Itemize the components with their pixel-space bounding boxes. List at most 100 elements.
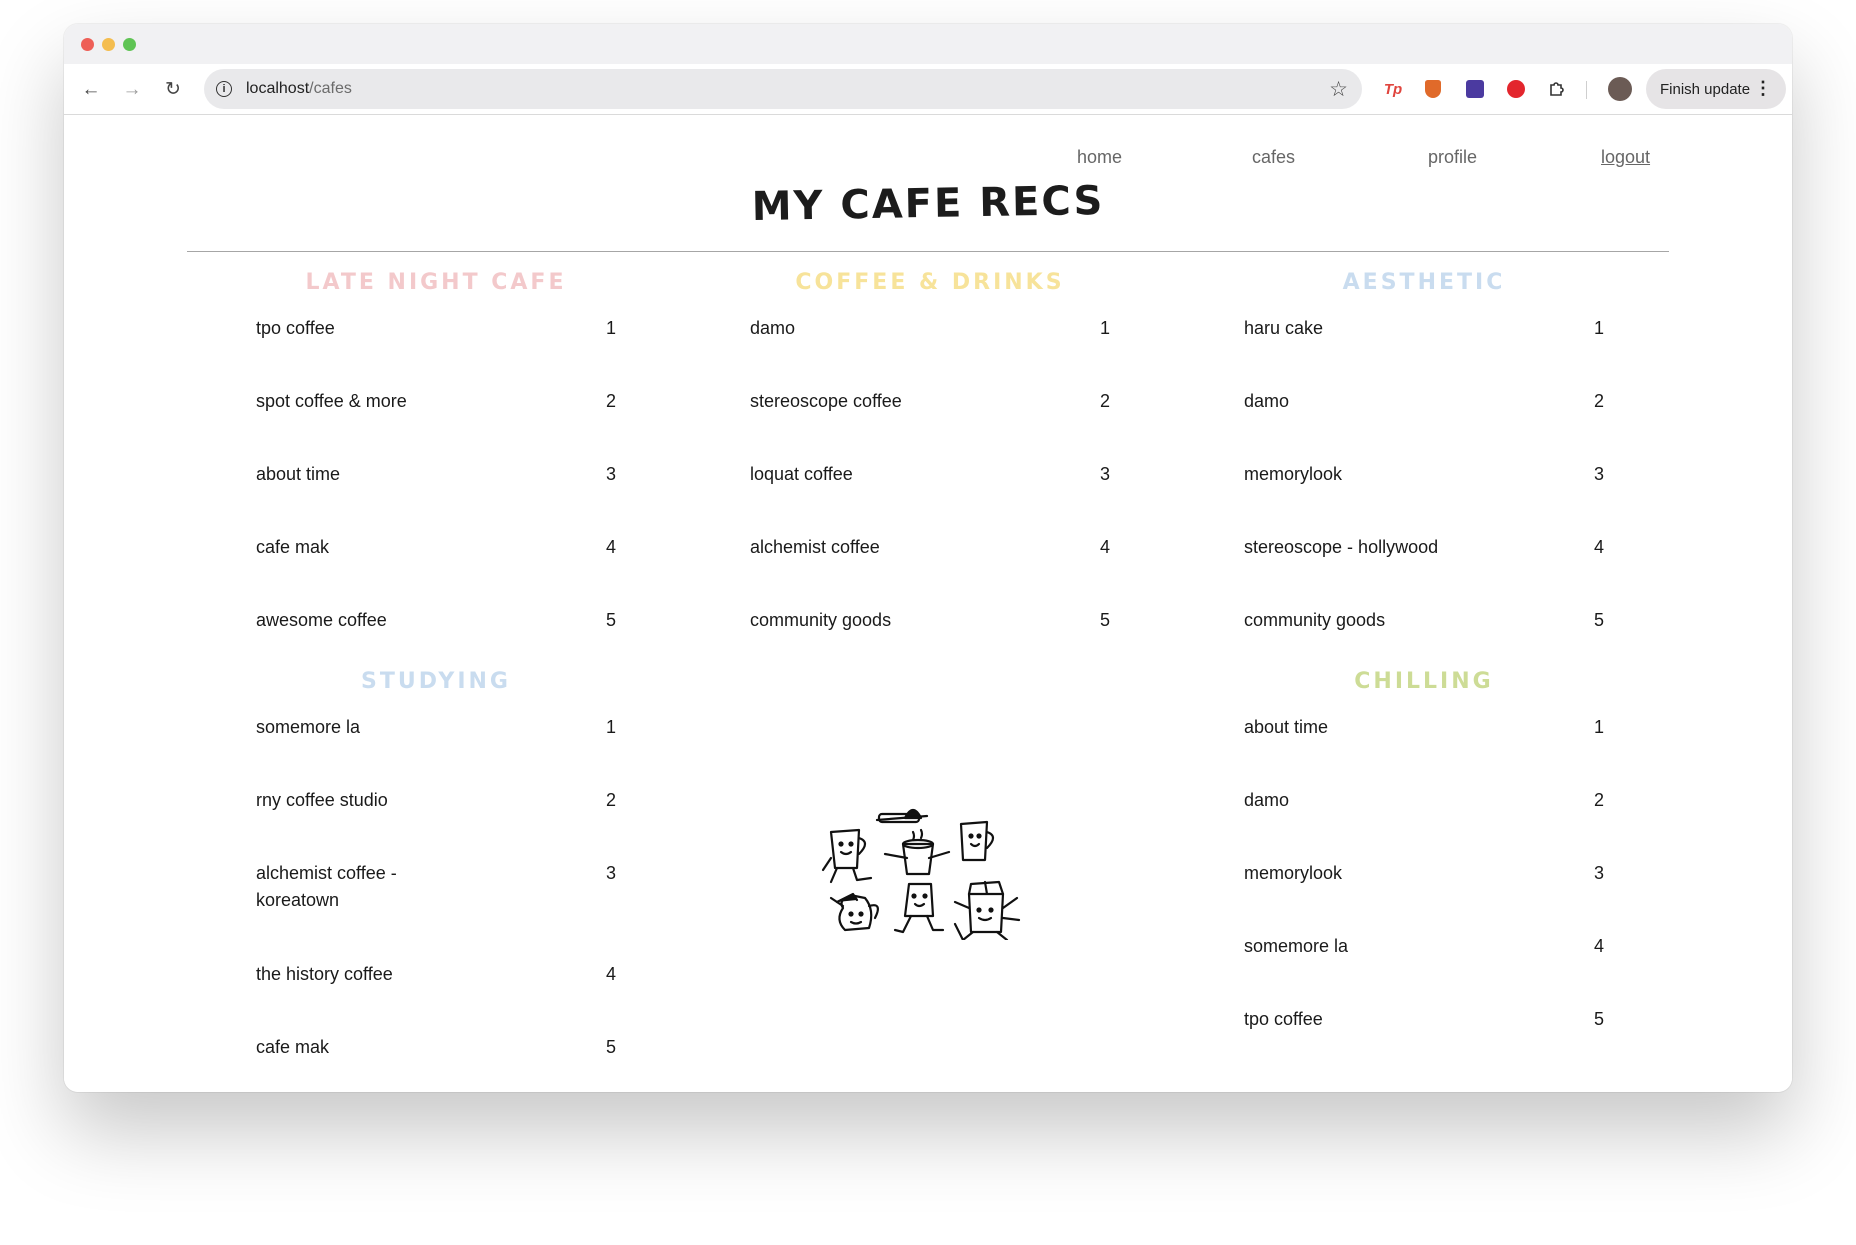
cafe-rank: 3 — [605, 863, 616, 883]
cafe-rank: 3 — [1593, 464, 1604, 484]
cafe-rank: 5 — [1593, 1009, 1604, 1029]
cafe-rank: 2 — [1593, 391, 1604, 411]
list-item[interactable]: cafe mak 5 — [256, 1020, 616, 1092]
cafe-name: cafe mak — [256, 537, 330, 557]
cafe-name: loquat coffee — [750, 464, 853, 484]
purple-extension-icon[interactable] — [1464, 78, 1486, 100]
cafe-rank: 1 — [1099, 318, 1110, 338]
reload-icon[interactable]: ↻ — [160, 76, 186, 102]
cafe-name: tpo coffee — [256, 318, 335, 338]
list-item[interactable]: community goods 5 — [750, 593, 1110, 666]
list-item[interactable]: community goods 5 — [1244, 593, 1604, 666]
profile-avatar[interactable] — [1608, 77, 1632, 101]
cafe-name: damo — [750, 318, 796, 338]
nav-cafes-link[interactable]: cafes — [1252, 147, 1295, 168]
section-title: LATE NIGHT CAFE — [305, 270, 567, 295]
list-item[interactable]: about time 1 — [1244, 700, 1604, 773]
list-item[interactable]: rny coffee studio 2 — [256, 773, 616, 846]
forward-arrow-icon[interactable]: → — [119, 76, 145, 102]
list-item[interactable]: damo 2 — [1244, 773, 1604, 846]
cafe-rank: 3 — [605, 464, 616, 484]
cafe-name: community goods — [1244, 610, 1386, 630]
finish-update-button[interactable]: Finish update ⋮ — [1646, 69, 1786, 109]
cafe-rank: 2 — [1593, 790, 1604, 810]
section-title: AESTHETIC — [1342, 270, 1506, 295]
section-title: STUDYING — [361, 669, 511, 694]
cafe-rank: 1 — [1593, 717, 1604, 737]
header-divider — [187, 251, 1669, 252]
section-title: CHILLING — [1354, 669, 1494, 694]
bookmark-star-icon[interactable]: ☆ — [1329, 77, 1348, 102]
list-item[interactable]: damo 1 — [750, 301, 1110, 374]
list-item[interactable]: haru cake 1 — [1244, 301, 1604, 374]
list-item[interactable]: stereoscope - hollywood 4 — [1244, 520, 1604, 593]
url-path: /cafes — [309, 80, 352, 97]
cafe-name: awesome coffee — [256, 610, 387, 630]
cafe-name: haru cake — [1244, 318, 1324, 338]
close-window-button[interactable] — [81, 38, 94, 51]
list-item[interactable]: about time 3 — [256, 447, 616, 520]
list-item[interactable]: the history coffee 4 — [256, 947, 616, 1020]
maximize-window-button[interactable] — [123, 38, 136, 51]
cafe-name: stereoscope coffee — [750, 391, 902, 411]
cafe-name: somemore la — [256, 717, 361, 737]
cafe-rank: 4 — [605, 537, 616, 557]
cafe-rank: 4 — [605, 964, 616, 984]
cafe-name: rny coffee studio — [256, 790, 388, 810]
tp-extension-icon[interactable]: Tp — [1382, 78, 1404, 100]
list-item[interactable]: memorylook 3 — [1244, 447, 1604, 520]
cafe-name: community goods — [750, 610, 892, 630]
cafe-rank: 2 — [605, 790, 616, 810]
nav-logout-link[interactable]: logout — [1601, 147, 1650, 168]
page-content: home cafes profile logout MY CAFE RECS L… — [64, 115, 1792, 1092]
list-item[interactable]: tpo coffee 1 — [256, 301, 616, 374]
address-bar[interactable]: i localhost/cafes ☆ — [204, 69, 1362, 109]
cafe-rank: 5 — [605, 610, 616, 630]
cafe-name: damo — [1244, 391, 1290, 411]
list-item[interactable]: spot coffee & more 2 — [256, 374, 616, 447]
title-bar — [64, 24, 1792, 64]
section-late-night-cafe: LATE NIGHT CAFE tpo coffee 1 spot coffee … — [256, 265, 616, 666]
nav-home-link[interactable]: home — [1077, 147, 1122, 168]
cafe-name: tpo coffee — [1244, 1009, 1323, 1029]
cafe-name: alchemist coffee - koreatown — [256, 863, 397, 910]
browser-toolbar: ← → ↻ i localhost/cafes ☆ Tp Finish upda… — [64, 64, 1792, 115]
page-title: MY CAFE RECS — [751, 177, 1105, 231]
list-item[interactable]: alchemist coffee 4 — [750, 520, 1110, 593]
list-item[interactable]: damo 2 — [1244, 374, 1604, 447]
list-item[interactable]: alchemist coffee - koreatown 3 — [256, 846, 616, 947]
minimize-window-button[interactable] — [102, 38, 115, 51]
cafe-name: memorylook — [1244, 464, 1343, 484]
back-arrow-icon[interactable]: ← — [78, 76, 104, 102]
red-extension-icon[interactable] — [1505, 78, 1527, 100]
section-title: COFFEE & DRINKS — [795, 270, 1065, 295]
cafe-name: somemore la — [1244, 936, 1349, 956]
cafe-name: cafe mak — [256, 1037, 330, 1057]
browser-window: ← → ↻ i localhost/cafes ☆ Tp Finish upda… — [64, 24, 1792, 1092]
section-coffee-drinks: COFFEE & DRINKS damo 1 stereoscope coffee… — [750, 265, 1110, 666]
list-item[interactable]: awesome coffee 5 — [256, 593, 616, 666]
menu-kebab-icon[interactable]: ⋮ — [1754, 78, 1772, 99]
list-item[interactable]: cafe mak 4 — [256, 520, 616, 593]
cafe-rank: 5 — [605, 1037, 616, 1057]
extensions-puzzle-icon[interactable] — [1546, 78, 1568, 100]
url-host: localhost — [246, 80, 310, 97]
list-item[interactable]: loquat coffee 3 — [750, 447, 1110, 520]
list-item[interactable]: tpo coffee 5 — [1244, 992, 1604, 1065]
cafe-name: alchemist coffee — [750, 537, 880, 557]
toolbar-separator — [1586, 81, 1587, 99]
cafe-rank: 5 — [1593, 610, 1604, 630]
list-item[interactable]: memorylook 3 — [1244, 846, 1604, 919]
url-text[interactable]: localhost/cafes — [246, 80, 352, 98]
list-item[interactable]: somemore la 4 — [1244, 919, 1604, 992]
cafe-rank: 5 — [1099, 610, 1110, 630]
list-item[interactable]: stereoscope coffee 2 — [750, 374, 1110, 447]
nav-profile-link[interactable]: profile — [1428, 147, 1477, 168]
cafe-name: memorylook — [1244, 863, 1343, 883]
site-info-icon[interactable]: i — [216, 81, 232, 97]
shield-extension-icon[interactable] — [1422, 78, 1444, 100]
finish-update-label: Finish update — [1660, 80, 1751, 98]
list-item[interactable]: somemore la 1 — [256, 700, 616, 773]
cafe-rank: 2 — [605, 391, 616, 411]
cafe-rank: 1 — [605, 717, 616, 737]
